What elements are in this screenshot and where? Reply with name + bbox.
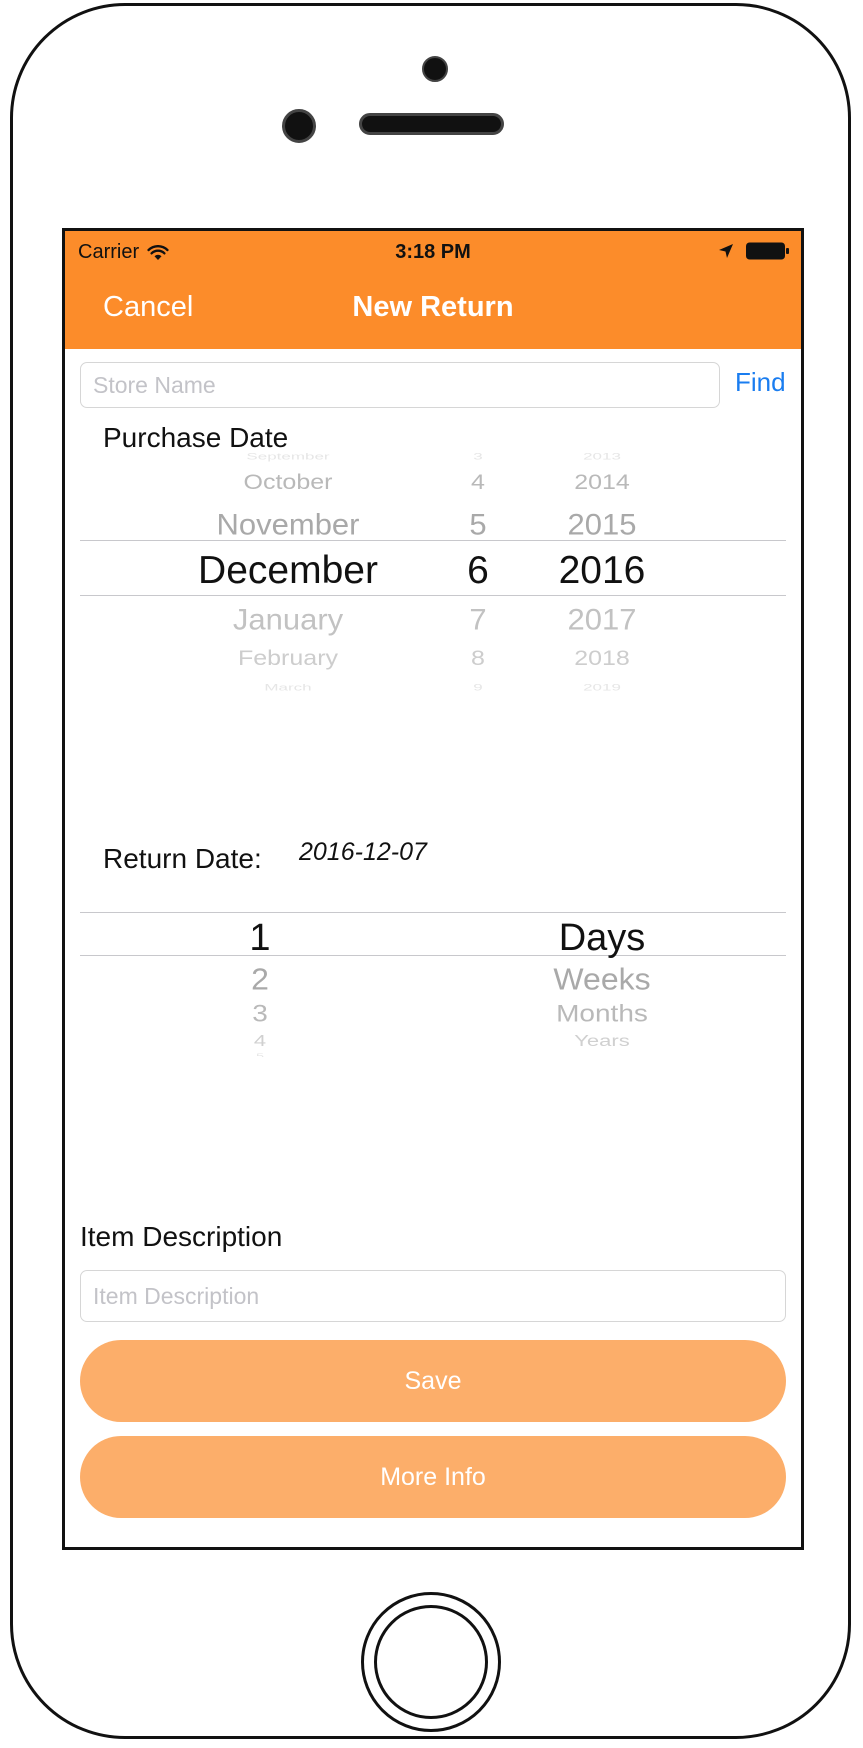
unit-wheel-item-option[interactable]: Months [556, 1002, 648, 1026]
item-description-input[interactable] [80, 1270, 786, 1322]
month-wheel-item-option[interactable]: February [238, 647, 338, 669]
status-time: 3:18 PM [395, 241, 471, 263]
navigation-bar: Carrier 3:18 PM Cancel New Return [65, 231, 801, 349]
number-wheel-item-option[interactable]: 2 [251, 964, 269, 994]
month-wheel-item-selected[interactable]: December [198, 551, 378, 590]
day-wheel-item-option[interactable]: 9 [473, 683, 482, 692]
number-wheel-item-option[interactable]: 4 [254, 1033, 266, 1048]
day-wheel-item-option[interactable]: 8 [471, 647, 485, 669]
return-period-picker[interactable]: 1 2 3 4 5 Days Weeks Months Years [80, 897, 786, 1057]
item-description-label: Item Description [80, 1221, 283, 1252]
picker-selection-top-line [80, 540, 786, 541]
more-info-button[interactable]: More Info [80, 1436, 786, 1518]
day-wheel-item-option[interactable]: 3 [473, 452, 482, 461]
day-wheel-item-option[interactable]: 4 [471, 471, 485, 493]
picker-selection-bottom-line [80, 595, 786, 596]
number-wheel-item-option[interactable]: 5 [256, 1053, 264, 1058]
year-wheel-item-option[interactable]: 2015 [568, 510, 637, 539]
purchase-date-picker[interactable]: September October November December January F… [80, 446, 786, 701]
speaker-grille-icon [359, 113, 504, 135]
year-wheel-item-option[interactable]: 2018 [574, 647, 630, 669]
year-wheel-item-option[interactable]: 2013 [583, 452, 621, 461]
month-wheel-item-option[interactable]: March [264, 683, 311, 692]
month-wheel-item-option[interactable]: October [244, 471, 333, 493]
store-name-input[interactable] [80, 362, 720, 408]
year-wheel-item-option[interactable]: 2014 [574, 471, 630, 493]
home-button[interactable] [361, 1592, 501, 1732]
page-title: New Return [352, 291, 514, 323]
app-screen: Carrier 3:18 PM Cancel New Return Find P… [62, 228, 804, 1550]
picker-selection-bottom-line [80, 955, 786, 956]
camera-icon [422, 56, 448, 82]
day-wheel-item-option[interactable]: 7 [469, 605, 486, 634]
year-wheel-item-option[interactable]: 2019 [583, 683, 621, 692]
picker-selection-top-line [80, 912, 786, 913]
return-date-value: 2016-12-07 [299, 838, 427, 866]
year-wheel-item-option[interactable]: 2017 [568, 605, 637, 634]
number-wheel-item-option[interactable]: 3 [252, 1002, 268, 1026]
location-arrow-icon [719, 244, 733, 258]
number-wheel-item-selected[interactable]: 1 [249, 919, 270, 957]
day-wheel-item-selected[interactable]: 6 [467, 551, 489, 590]
save-button[interactable]: Save [80, 1340, 786, 1422]
unit-wheel-item-selected[interactable]: Days [559, 919, 646, 957]
month-wheel-item-option[interactable]: January [233, 605, 343, 634]
battery-icon [746, 242, 789, 260]
month-wheel-item-option[interactable]: September [246, 452, 329, 461]
front-sensor-icon [282, 109, 316, 143]
day-wheel-item-option[interactable]: 5 [469, 510, 486, 539]
return-date-label: Return Date: [103, 843, 262, 874]
find-button[interactable]: Find [735, 367, 786, 398]
unit-wheel-item-option[interactable]: Weeks [553, 964, 650, 994]
month-wheel-item-option[interactable]: November [217, 510, 360, 539]
unit-wheel-item-option[interactable]: Years [574, 1033, 629, 1048]
year-wheel-item-selected[interactable]: 2016 [559, 551, 646, 590]
